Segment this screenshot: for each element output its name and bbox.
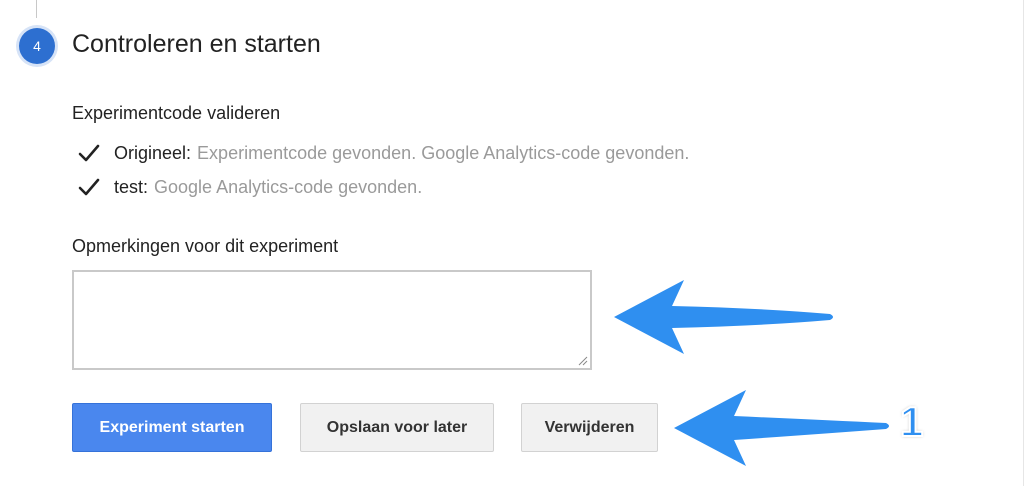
validation-item-detail: Google Analytics-code gevonden. — [154, 176, 423, 197]
validation-item-label: Origineel: — [114, 142, 192, 163]
annotation-number: 1 — [899, 398, 924, 445]
notes-label: Opmerkingen voor dit experiment — [72, 236, 339, 256]
checkmark-icon — [78, 144, 100, 162]
step-title: Controleren en starten — [72, 30, 321, 58]
validation-item-original: Origineel: Experimentcode gevonden. Goog… — [78, 141, 689, 165]
checkmark-icon — [78, 178, 100, 196]
notes-textarea[interactable] — [72, 270, 592, 370]
annotation-arrow-icon — [674, 390, 889, 466]
validation-item-test: test: Google Analytics-code gevonden. — [78, 175, 422, 199]
validation-heading: Experimentcode valideren — [72, 103, 281, 123]
step-number-badge: 4 — [19, 28, 55, 64]
save-for-later-button[interactable]: Opslaan voor later — [300, 403, 494, 452]
step-connector-line — [36, 0, 37, 18]
experiment-review-section: 4 Controleren en starten Experimentcode … — [0, 0, 1024, 486]
validation-item-label: test: — [114, 176, 149, 197]
start-experiment-button[interactable]: Experiment starten — [72, 403, 272, 452]
validation-item-detail: Experimentcode gevonden. Google Analytic… — [197, 142, 690, 163]
annotation-arrow-icon — [614, 280, 833, 354]
delete-button[interactable]: Verwijderen — [521, 403, 658, 452]
resize-grip-icon[interactable] — [578, 356, 588, 366]
